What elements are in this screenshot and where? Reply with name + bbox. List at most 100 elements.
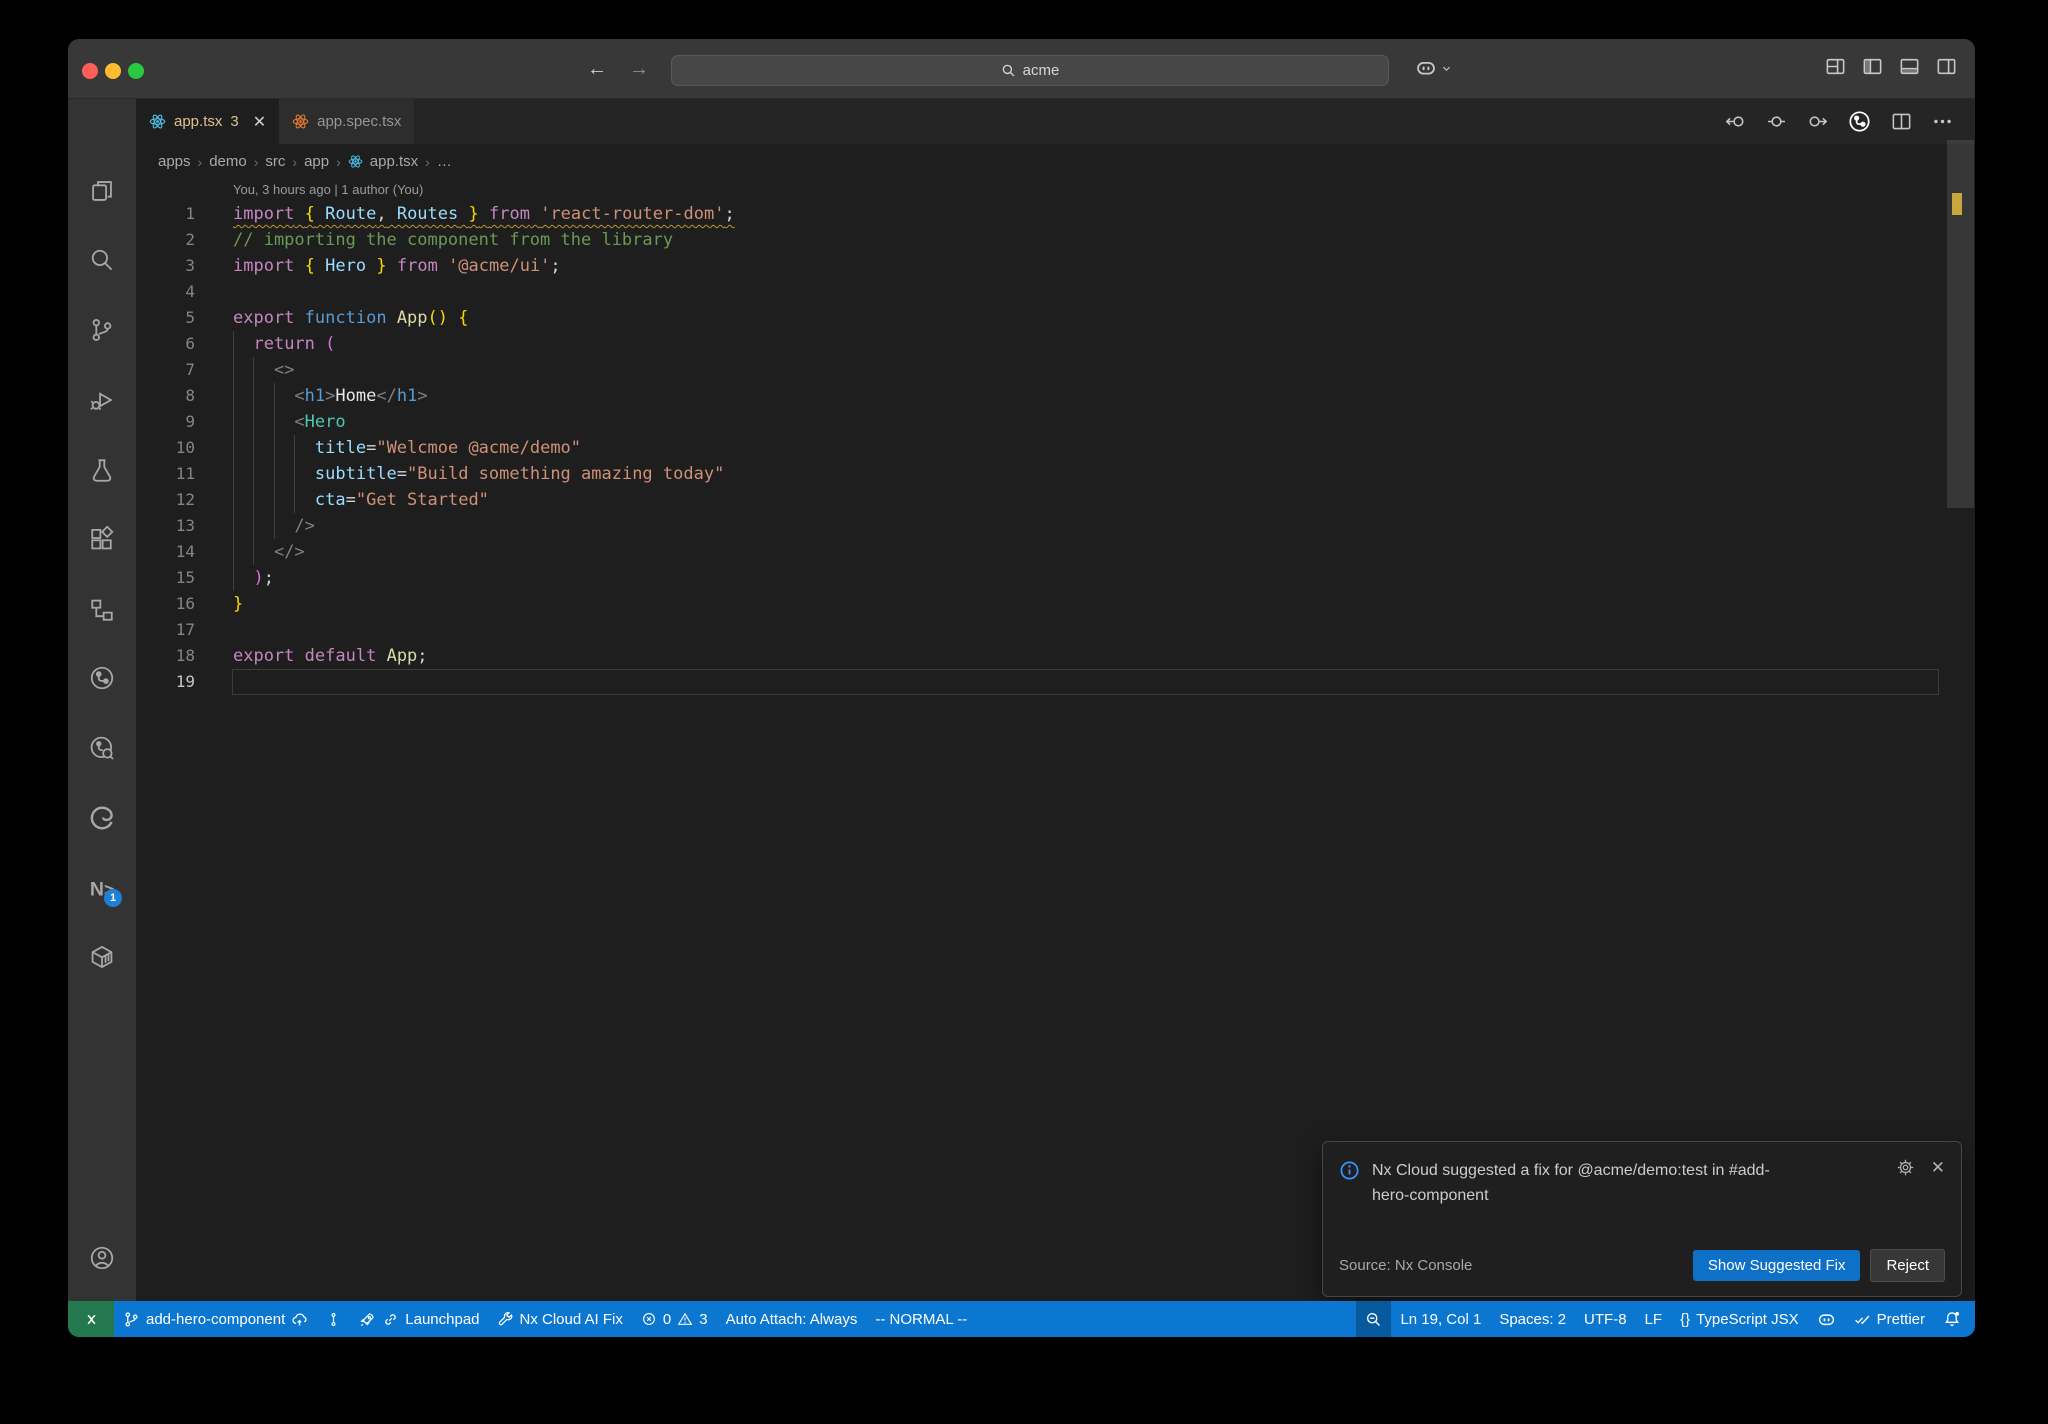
accounts-icon[interactable] [89, 1245, 115, 1271]
title-bar: ← → acme [68, 39, 1975, 99]
breadcrumb-file[interactable]: app.tsx [370, 153, 418, 170]
notification-settings-gear-icon[interactable] [1896, 1158, 1915, 1208]
search-icon[interactable] [89, 247, 115, 273]
notifications-bell-item[interactable] [1934, 1301, 1975, 1337]
code-line[interactable]: 8 <h1>Home</h1> [136, 383, 1975, 409]
toggle-panel-icon[interactable] [1899, 56, 1920, 77]
customize-layout-icon[interactable] [1825, 56, 1846, 77]
code-line[interactable]: 17 [136, 617, 1975, 643]
vim-mode-item[interactable]: -- NORMAL -- [866, 1301, 976, 1337]
toggle-secondary-sidebar-icon[interactable] [1936, 56, 1957, 77]
project-hierarchy-icon[interactable] [89, 597, 115, 623]
line-number: 7 [185, 360, 195, 379]
show-suggested-fix-button[interactable]: Show Suggested Fix [1692, 1250, 1861, 1281]
formatter-item[interactable]: Prettier [1845, 1301, 1934, 1337]
code-text: ); [253, 568, 274, 588]
code-line[interactable]: 3 import { Hero } from '@acme/ui'; [136, 253, 1975, 279]
code-text: export default App; [233, 646, 428, 666]
notification-source: Source: Nx Console [1339, 1257, 1473, 1274]
launchpad-item[interactable]: Launchpad [350, 1301, 488, 1337]
code-line[interactable]: 19 [136, 669, 1975, 695]
code-text: <Hero [294, 412, 346, 432]
code-line[interactable]: 7 <> [136, 357, 1975, 383]
notification-close-icon[interactable]: ✕ [1931, 1158, 1945, 1208]
nx-console-icon[interactable]: N> 1 [89, 875, 122, 907]
breadcrumb-separator: › [253, 153, 259, 170]
reject-button[interactable]: Reject [1870, 1249, 1945, 1282]
commit-search-icon[interactable] [89, 735, 115, 761]
code-line[interactable]: 6 return ( [136, 331, 1975, 357]
git-branch-item[interactable]: add-hero-component [114, 1301, 317, 1337]
command-center-search[interactable]: acme [671, 55, 1389, 86]
launchpad-label: Launchpad [405, 1310, 480, 1328]
toggle-primary-sidebar-icon[interactable] [1862, 56, 1883, 77]
current-change-icon[interactable] [1766, 111, 1787, 132]
copilot-status-item[interactable] [1808, 1301, 1845, 1337]
explorer-icon[interactable] [89, 178, 115, 204]
container-tools-icon[interactable] [89, 944, 115, 970]
remote-indicator[interactable] [68, 1301, 114, 1337]
run-and-debug-icon[interactable] [89, 387, 115, 413]
commits-compare-item[interactable] [317, 1301, 350, 1337]
breadcrumb-item[interactable]: src [265, 153, 285, 170]
code-line[interactable]: 11 subtitle="Build something amazing tod… [136, 461, 1975, 487]
nx-cloud-ai-fix-item[interactable]: Nx Cloud AI Fix [489, 1301, 632, 1337]
previous-change-icon[interactable] [1725, 111, 1746, 132]
indentation-item[interactable]: Spaces: 2 [1490, 1301, 1575, 1337]
navigate-forward-button[interactable]: → [626, 57, 652, 83]
code-line[interactable]: 13 /> [136, 513, 1975, 539]
cursor-position-item[interactable]: Ln 19, Col 1 [1391, 1301, 1490, 1337]
breadcrumb-tail[interactable]: … [437, 153, 452, 170]
copilot-icon [1818, 1313, 1834, 1325]
code-line[interactable]: 2 // importing the component from the lib… [136, 227, 1975, 253]
more-actions-icon[interactable] [1932, 111, 1953, 132]
zoom-out-item[interactable] [1356, 1301, 1392, 1337]
breadcrumb-item[interactable]: app [304, 153, 329, 170]
wrench-icon [498, 1312, 512, 1326]
line-number: 6 [185, 334, 195, 353]
publish-cloud-icon [292, 1312, 307, 1325]
code-line[interactable]: 16} [136, 591, 1975, 617]
code-line[interactable]: 18 export default App; [136, 643, 1975, 669]
extensions-icon[interactable] [89, 526, 115, 552]
code-line[interactable]: 14 </> [136, 539, 1975, 565]
code-line[interactable]: 5 export function App() { [136, 305, 1975, 331]
problems-item[interactable]: 0 3 [632, 1301, 717, 1337]
code-line[interactable]: 10 title="Welcmoe @acme/demo" [136, 435, 1975, 461]
edge-devtools-icon[interactable] [89, 805, 115, 831]
breadcrumb-item[interactable]: apps [158, 153, 191, 170]
code-line[interactable]: 15 ); [136, 565, 1975, 591]
react-file-icon [149, 113, 166, 130]
code-text: // importing the component from the libr… [233, 230, 674, 250]
code-text: import { Hero } from '@acme/ui'; [233, 256, 561, 276]
eol-item[interactable]: LF [1636, 1301, 1672, 1337]
split-editor-icon[interactable] [1891, 111, 1912, 132]
tab-app-tsx[interactable]: app.tsx 3 ✕ [136, 99, 280, 144]
language-mode-item[interactable]: {} TypeScript JSX [1671, 1301, 1808, 1337]
next-change-icon[interactable] [1807, 111, 1828, 132]
code-line[interactable]: 9 <Hero [136, 409, 1975, 435]
code-line[interactable]: 12 cta="Get Started" [136, 487, 1975, 513]
zoom-window-button[interactable] [128, 63, 144, 79]
breadcrumb-separator: › [197, 153, 203, 170]
navigate-back-button[interactable]: ← [584, 57, 610, 83]
chevron-down-icon[interactable] [1441, 63, 1452, 74]
encoding-item[interactable]: UTF-8 [1575, 1301, 1636, 1337]
tab-bar: app.tsx 3 ✕ app.spec.tsx [136, 99, 1975, 144]
tab-app-spec-tsx[interactable]: app.spec.tsx [279, 99, 416, 144]
copilot-icon[interactable] [1415, 57, 1437, 79]
source-control-graph-icon[interactable] [1848, 110, 1871, 133]
tab-label: app.spec.tsx [317, 113, 402, 130]
editor[interactable]: You, 3 hours ago | 1 author (You) 1 impor… [136, 179, 1975, 1301]
minimize-window-button[interactable] [105, 63, 121, 79]
code-line[interactable]: 4 [136, 279, 1975, 305]
testing-beaker-icon[interactable] [89, 457, 115, 483]
commit-graph-icon[interactable] [89, 665, 115, 691]
breadcrumb-item[interactable]: demo [209, 153, 247, 170]
source-control-icon[interactable] [89, 317, 115, 343]
tab-problems-badge: 3 [230, 113, 239, 130]
auto-attach-item[interactable]: Auto Attach: Always [717, 1301, 867, 1337]
close-tab-icon[interactable]: ✕ [253, 112, 266, 132]
close-window-button[interactable] [82, 63, 98, 79]
code-line[interactable]: 1 import { Route, Routes } from 'react-ro… [136, 201, 1975, 227]
